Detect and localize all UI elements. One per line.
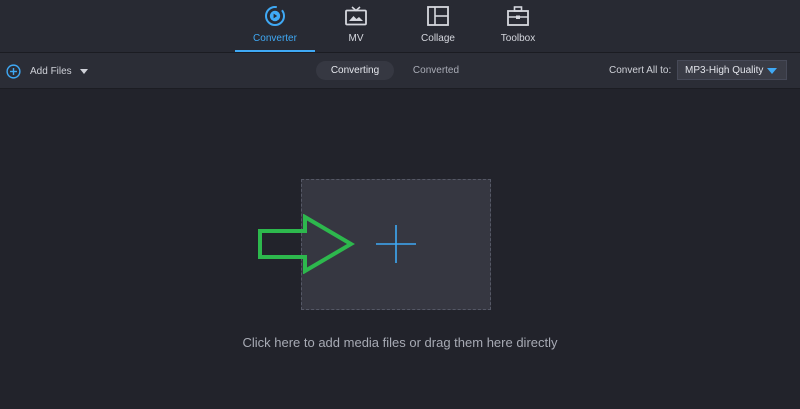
add-plus-icon[interactable] (376, 225, 416, 263)
tab-converter[interactable]: Converter (235, 0, 315, 52)
chevron-down-icon[interactable] (79, 68, 88, 74)
tab-collage[interactable]: Collage (398, 0, 478, 52)
output-format-value: MP3-High Quality (685, 65, 764, 76)
tab-converted[interactable]: Converted (402, 61, 470, 80)
tab-converting[interactable]: Converting (316, 61, 394, 80)
tab-mv-label: MV (348, 33, 364, 44)
pointer-arrow-icon (258, 214, 355, 274)
add-circle-icon (6, 63, 21, 79)
tab-mv[interactable]: MV (316, 0, 396, 52)
main-nav: Converter MV Collage Toolbox (0, 0, 800, 53)
converter-icon (265, 6, 285, 26)
add-files-label: Add Files (30, 65, 72, 77)
tab-toolbox[interactable]: Toolbox (478, 0, 558, 52)
output-format-select[interactable]: MP3-High Quality (677, 60, 787, 80)
collage-icon (427, 6, 449, 26)
convert-all-label: Convert All to: (609, 65, 672, 76)
tab-converter-label: Converter (253, 33, 297, 44)
tab-toolbox-label: Toolbox (500, 33, 536, 44)
dropzone-hint: Click here to add media files or drag th… (242, 335, 558, 350)
tv-icon (345, 6, 367, 26)
dropdown-arrow-icon (767, 68, 777, 74)
add-files-button[interactable]: Add Files (6, 62, 88, 80)
toolbox-icon (507, 6, 529, 26)
tab-collage-label: Collage (421, 33, 455, 44)
